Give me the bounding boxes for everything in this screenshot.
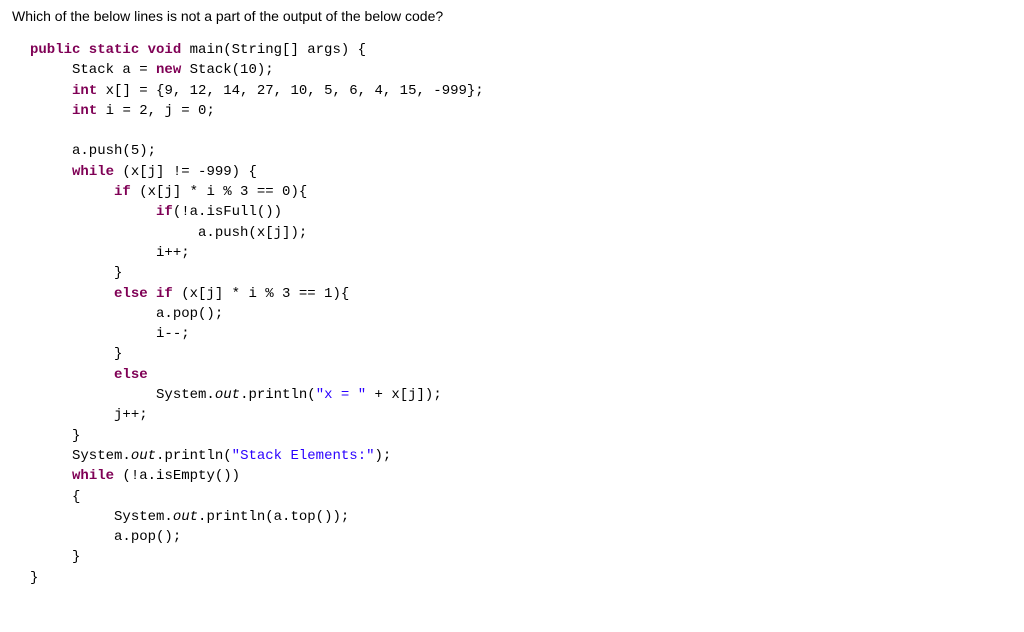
code-text: (x[j] != -999) {	[114, 164, 257, 180]
code-text: .println(	[240, 387, 316, 403]
code-text	[30, 164, 72, 180]
code-line: int i = 2, j = 0;	[30, 103, 215, 119]
keyword: new	[156, 62, 181, 78]
code-line: i--;	[30, 326, 190, 342]
code-text: );	[375, 448, 392, 464]
code-text: Stack a =	[30, 62, 156, 78]
code-text: System.	[30, 448, 131, 464]
code-text	[30, 83, 72, 99]
code-text: (!a.isFull())	[173, 204, 282, 220]
code-line: a.push(x[j]);	[30, 225, 307, 241]
code-text	[30, 286, 114, 302]
string-literal: "Stack Elements:"	[232, 448, 375, 464]
code-text: i = 2, j = 0;	[97, 103, 215, 119]
code-line: int x[] = {9, 12, 14, 27, 10, 5, 6, 4, 1…	[30, 83, 484, 99]
code-text: Stack(10);	[181, 62, 273, 78]
keyword: if	[114, 184, 131, 200]
code-text: x[] = {9, 12, 14, 27, 10, 5, 6, 4, 15, -…	[97, 83, 483, 99]
code-line: System.out.println("x = " + x[j]);	[30, 387, 442, 403]
code-line: if(!a.isFull())	[30, 204, 282, 220]
code-line: System.out.println("Stack Elements:");	[30, 448, 391, 464]
keyword: int	[72, 83, 97, 99]
code-text: .println(a.top());	[198, 509, 349, 525]
keyword: int	[72, 103, 97, 119]
code-line: while (!a.isEmpty())	[30, 468, 240, 484]
code-line: while (x[j] != -999) {	[30, 164, 257, 180]
code-line: Stack a = new Stack(10);	[30, 62, 274, 78]
code-line: a.push(5);	[30, 143, 156, 159]
code-line: j++;	[30, 407, 148, 423]
code-text: System.	[30, 509, 173, 525]
keyword: else if	[114, 286, 173, 302]
code-line: else if (x[j] * i % 3 == 1){	[30, 286, 349, 302]
code-text: (!a.isEmpty())	[114, 468, 240, 484]
code-block: public static void main(String[] args) {…	[12, 40, 1012, 588]
keyword: else	[114, 367, 148, 383]
code-text	[30, 103, 72, 119]
code-line: i++;	[30, 245, 190, 261]
code-text: main(String[] args) {	[181, 42, 366, 58]
code-line: }	[30, 265, 122, 281]
code-text: + x[j]);	[366, 387, 442, 403]
code-text	[30, 184, 114, 200]
code-line: {	[30, 489, 80, 505]
code-text	[30, 468, 72, 484]
code-line: }	[30, 549, 80, 565]
code-line: a.pop();	[30, 529, 181, 545]
keyword: while	[72, 468, 114, 484]
keyword: if	[156, 204, 173, 220]
code-text	[30, 204, 156, 220]
code-line: }	[30, 428, 80, 444]
code-text: System.	[30, 387, 215, 403]
code-line: else	[30, 367, 148, 383]
code-line: }	[30, 570, 38, 586]
code-text: (x[j] * i % 3 == 0){	[131, 184, 307, 200]
static-ref: out	[215, 387, 240, 403]
code-line: public static void main(String[] args) {	[30, 42, 366, 58]
code-text: .println(	[156, 448, 232, 464]
code-line: a.pop();	[30, 306, 223, 322]
string-literal: "x = "	[316, 387, 366, 403]
code-line: }	[30, 346, 122, 362]
keyword: public static void	[30, 42, 181, 58]
static-ref: out	[131, 448, 156, 464]
code-line: System.out.println(a.top());	[30, 509, 349, 525]
code-line: if (x[j] * i % 3 == 0){	[30, 184, 307, 200]
static-ref: out	[173, 509, 198, 525]
code-text: (x[j] * i % 3 == 1){	[173, 286, 349, 302]
question-text: Which of the below lines is not a part o…	[12, 8, 1012, 24]
keyword: while	[72, 164, 114, 180]
code-text	[30, 367, 114, 383]
